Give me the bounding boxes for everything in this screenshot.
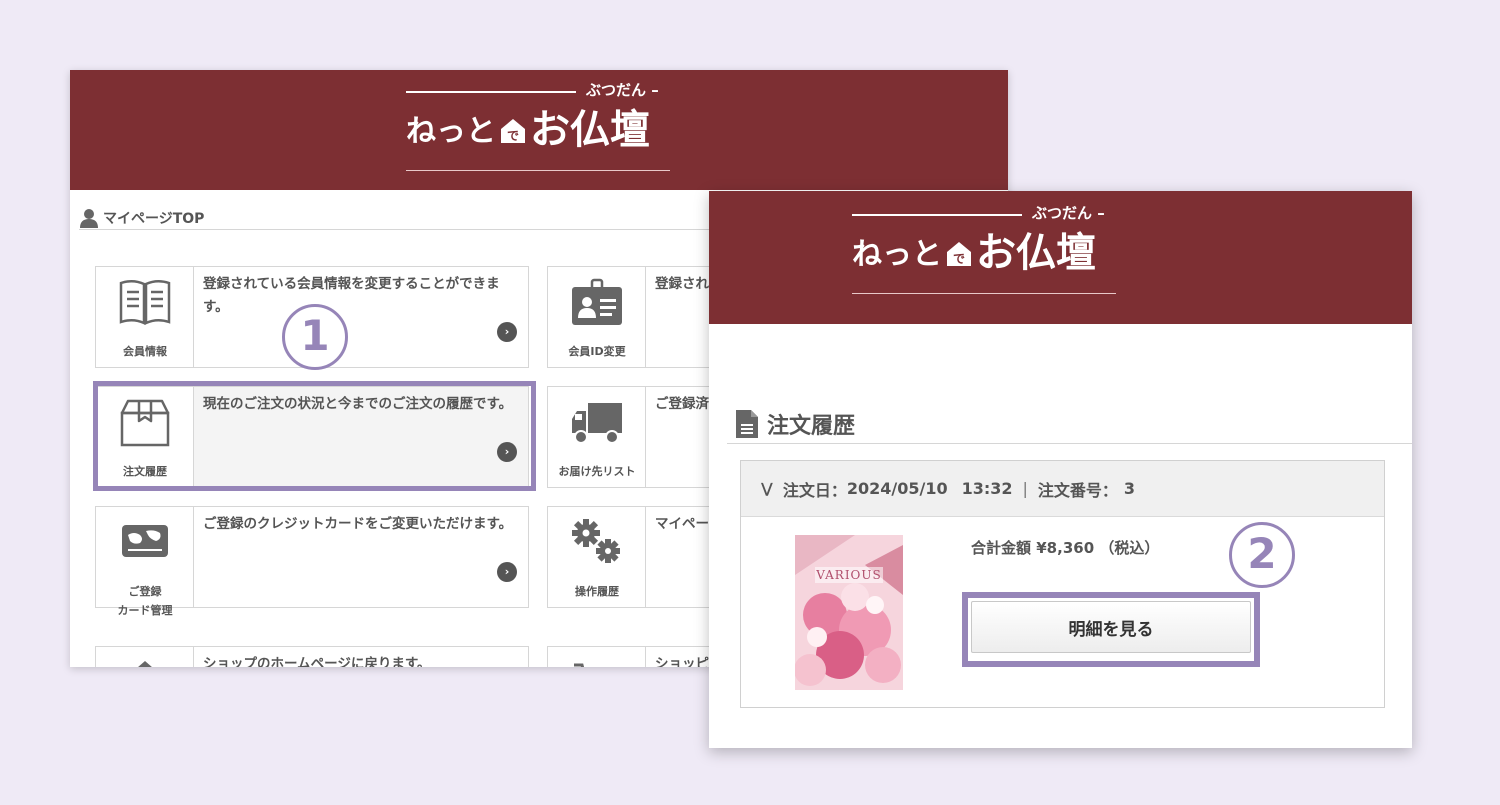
product-image	[795, 535, 903, 690]
card-label: お届け先リスト	[558, 465, 636, 478]
cart-icon	[574, 663, 585, 667]
site-header: ぶつだん – ねっと で お仏壇	[709, 191, 1412, 324]
svg-text:で: で	[953, 252, 965, 266]
total-label: 合計金額	[971, 539, 1032, 557]
card-label: ご登録	[128, 585, 162, 598]
order-summary-bar[interactable]: ⋁ 注文日： 2024/05/10 13:32 | 注文番号： 3	[741, 461, 1384, 517]
person-icon	[80, 208, 98, 228]
separator: |	[1022, 479, 1028, 498]
document-icon	[736, 409, 758, 438]
card-icon-box	[96, 647, 194, 667]
view-details-button[interactable]: 明細を見る	[971, 601, 1251, 653]
logo-rule	[406, 91, 576, 93]
card-label: 会員情報	[123, 345, 167, 358]
mypage-title: マイページTOP	[103, 210, 205, 227]
order-date: 2024/05/10	[846, 479, 948, 498]
home-icon	[138, 661, 152, 667]
order-total: 合計金額 ¥8,360 （税込）	[971, 537, 1159, 558]
order-item: ⋁ 注文日： 2024/05/10 13:32 | 注文番号： 3 VARIOU…	[740, 460, 1385, 708]
chevron-right-icon[interactable]: ›	[497, 322, 517, 342]
logo-rule	[852, 214, 1022, 216]
logo-text-b: お仏壇	[530, 107, 650, 153]
logo-text-a: ねっと	[406, 114, 496, 149]
open-book-icon	[119, 280, 171, 325]
credit-card-icon	[122, 525, 168, 557]
truck-icon	[572, 403, 622, 444]
product-title: VARIOUS	[816, 568, 882, 582]
order-number: 3	[1123, 479, 1136, 498]
card-description: ご登録のクレジットカードをご変更いただけます。	[203, 516, 513, 532]
total-value: ¥8,360	[1036, 539, 1095, 557]
site-logo[interactable]: ぶつだん – ねっと で お仏壇	[852, 201, 1116, 303]
order-history-heading: 注文履歴	[727, 404, 1412, 444]
card-icon-box: 操作履歴	[548, 507, 646, 607]
tax-note: （税込）	[1099, 539, 1160, 557]
highlight-frame-order-history	[93, 381, 536, 491]
logo-text-b: お仏壇	[976, 230, 1096, 276]
order-date-label: 注文日：	[782, 480, 847, 500]
order-history-title: 注文履歴	[767, 413, 856, 439]
site-logo[interactable]: ぶつだん – ねっと で お仏壇	[406, 78, 670, 180]
logo-text-a: ねっと	[852, 237, 942, 272]
product-thumbnail[interactable]: VARIOUS	[795, 535, 903, 690]
step-number-1: 1	[282, 304, 348, 370]
mypage-heading: マイページTOP	[79, 206, 779, 230]
order-number-label: 注文番号：	[1037, 480, 1118, 500]
card-description: ショップのホームページに戻ります。	[203, 656, 431, 667]
logo-underline	[406, 170, 670, 171]
card-icon-box: 会員情報	[96, 267, 194, 367]
logo-wordmark: ねっと で お仏壇	[852, 231, 1096, 275]
logo-wordmark: ねっと で お仏壇	[406, 108, 650, 152]
logo-ruby: ぶつだん –	[1032, 204, 1105, 222]
card-label: 操作履歴	[575, 585, 619, 598]
site-header: ぶつだん – ねっと で お仏壇	[70, 70, 1008, 190]
step-number-2: 2	[1229, 522, 1295, 588]
house-de-icon: で	[947, 242, 971, 266]
chevron-right-icon[interactable]: ›	[497, 562, 517, 582]
id-card-icon	[572, 278, 622, 325]
card-icon-box: お届け先リスト	[548, 387, 646, 487]
order-time: 13:32	[961, 479, 1013, 498]
svg-text:で: で	[507, 129, 519, 143]
card-icon-box: 会員ID変更	[548, 267, 646, 367]
card-shop-home[interactable]: ショップのホームページに戻ります。	[95, 646, 529, 667]
card-icon-box: ご登録 カード管理	[96, 507, 194, 617]
card-icon-box	[548, 647, 646, 667]
house-de-icon: で	[501, 119, 525, 143]
card-credit-card[interactable]: ご登録 カード管理 ご登録のクレジットカードをご変更いただけます。 ›	[95, 506, 529, 617]
card-description: 登録されている会員情報を変更することができます。	[203, 276, 500, 315]
card-label: 会員ID変更	[568, 345, 626, 358]
order-history-window: ぶつだん – ねっと で お仏壇 注文履歴 ⋁ 注文日： 2024/05/10 …	[709, 191, 1412, 748]
gears-icon	[572, 519, 620, 563]
logo-ruby: ぶつだん –	[586, 81, 659, 99]
card-label-line2: カード管理	[117, 604, 173, 617]
chevron-double-down-icon[interactable]: ⋁	[761, 481, 773, 497]
logo-underline	[852, 293, 1116, 294]
